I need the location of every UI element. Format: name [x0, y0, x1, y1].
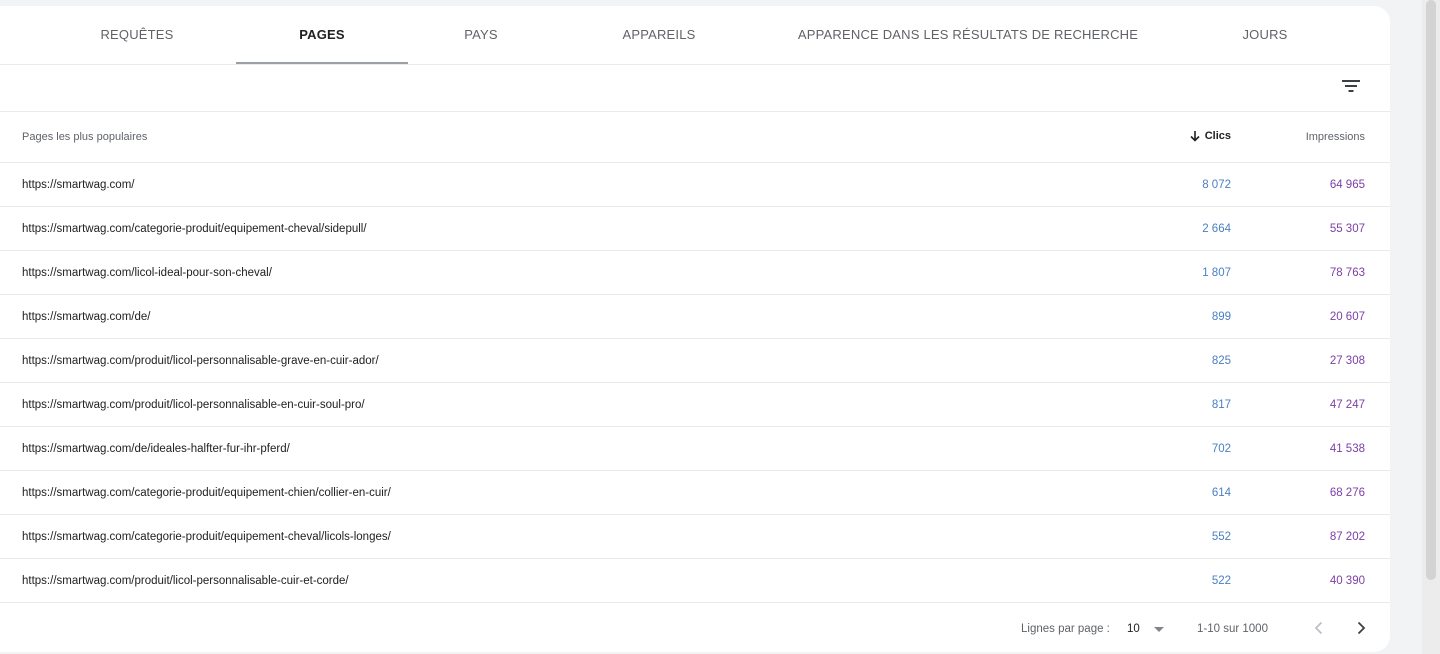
- table-row[interactable]: https://smartwag.com/ 8 072 64 965: [0, 163, 1390, 207]
- clics-value: 8 072: [1202, 179, 1231, 191]
- tab-label: APPARENCE DANS LES RÉSULTATS DE RECHERCH…: [797, 26, 1139, 42]
- chevron-right-icon[interactable]: [1350, 617, 1372, 639]
- column-header-clics-label: Clics: [1204, 130, 1231, 142]
- table-row[interactable]: https://smartwag.com/categorie-produit/e…: [0, 515, 1390, 559]
- column-header-clics[interactable]: Clics: [1189, 130, 1231, 142]
- page-url[interactable]: https://smartwag.com/licol-ideal-pour-so…: [22, 267, 272, 279]
- table-row[interactable]: https://smartwag.com/produit/licol-perso…: [0, 559, 1390, 603]
- tab-appareils[interactable]: APPAREILS: [592, 6, 726, 62]
- performance-card: REQUÊTES PAGES PAYS APPAREILS APPARENCE …: [0, 6, 1390, 652]
- impressions-value: 55 307: [1329, 223, 1365, 235]
- clics-value: 825: [1211, 355, 1231, 367]
- tab-jours[interactable]: JOURS: [1204, 6, 1326, 62]
- page-url[interactable]: https://smartwag.com/categorie-produit/e…: [22, 487, 391, 499]
- column-header-impressions[interactable]: Impressions: [1306, 131, 1365, 143]
- page-url[interactable]: https://smartwag.com/de/: [22, 311, 150, 323]
- tab-apparence[interactable]: APPARENCE DANS LES RÉSULTATS DE RECHERCH…: [797, 6, 1139, 62]
- tab-label: REQUÊTES: [100, 26, 174, 42]
- dropdown-arrow-icon: [1154, 627, 1164, 632]
- rows-per-page-label: Lignes par page :: [1021, 623, 1110, 635]
- filter-icon[interactable]: [1342, 79, 1360, 93]
- rows-per-page-select[interactable]: 10: [1126, 617, 1170, 641]
- tab-bar: REQUÊTES PAGES PAYS APPAREILS APPARENCE …: [0, 6, 1390, 65]
- clics-value: 522: [1211, 575, 1231, 587]
- table-row[interactable]: https://smartwag.com/de/ideales-halfter-…: [0, 427, 1390, 471]
- tab-label: JOURS: [1242, 26, 1288, 42]
- page-url[interactable]: https://smartwag.com/produit/licol-perso…: [22, 575, 349, 587]
- clics-value: 817: [1211, 399, 1231, 411]
- page-url[interactable]: https://smartwag.com/categorie-produit/e…: [22, 223, 367, 235]
- active-tab-indicator: [236, 62, 408, 64]
- rows-per-page-value: 10: [1127, 623, 1140, 635]
- page-url[interactable]: https://smartwag.com/: [22, 179, 134, 191]
- tab-pages[interactable]: PAGES: [236, 6, 408, 64]
- page-url[interactable]: https://smartwag.com/de/ideales-halfter-…: [22, 443, 290, 455]
- impressions-value: 41 538: [1329, 443, 1365, 455]
- page-url[interactable]: https://smartwag.com/categorie-produit/e…: [22, 531, 391, 543]
- clics-value: 899: [1211, 311, 1231, 323]
- impressions-value: 27 308: [1329, 355, 1365, 367]
- scrollbar-thumb[interactable]: [1426, 0, 1436, 580]
- tab-requetes[interactable]: REQUÊTES: [60, 6, 214, 62]
- arrow-down-icon: [1190, 131, 1200, 142]
- table-toolbar: [0, 65, 1390, 112]
- impressions-value: 40 390: [1329, 575, 1365, 587]
- table-row[interactable]: https://smartwag.com/licol-ideal-pour-so…: [0, 251, 1390, 295]
- impressions-value: 64 965: [1329, 179, 1365, 191]
- column-header-pages: Pages les plus populaires: [22, 131, 148, 143]
- clics-value: 552: [1211, 531, 1231, 543]
- table-row[interactable]: https://smartwag.com/de/ 899 20 607: [0, 295, 1390, 339]
- impressions-value: 68 276: [1329, 487, 1365, 499]
- impressions-value: 47 247: [1329, 399, 1365, 411]
- tab-label: APPAREILS: [622, 26, 696, 42]
- tab-label: PAGES: [299, 26, 345, 42]
- impressions-value: 20 607: [1329, 311, 1365, 323]
- table-row[interactable]: https://smartwag.com/categorie-produit/e…: [0, 207, 1390, 251]
- table-row[interactable]: https://smartwag.com/produit/licol-perso…: [0, 383, 1390, 427]
- page-url[interactable]: https://smartwag.com/produit/licol-perso…: [22, 355, 379, 367]
- clics-value: 614: [1211, 487, 1231, 499]
- pagination-range: 1-10 sur 1000: [1197, 623, 1268, 635]
- table-header: Pages les plus populaires Clics Impressi…: [0, 112, 1390, 163]
- table-row[interactable]: https://smartwag.com/categorie-produit/e…: [0, 471, 1390, 515]
- impressions-value: 87 202: [1329, 531, 1365, 543]
- pagination-footer: Lignes par page : 10 1-10 sur 1000: [0, 603, 1390, 652]
- page-url[interactable]: https://smartwag.com/produit/licol-perso…: [22, 399, 365, 411]
- impressions-value: 78 763: [1329, 267, 1365, 279]
- tab-label: PAYS: [464, 26, 498, 42]
- clics-value: 2 664: [1202, 223, 1231, 235]
- chevron-left-icon[interactable]: [1308, 617, 1330, 639]
- tab-pays[interactable]: PAYS: [430, 6, 532, 62]
- page: REQUÊTES PAGES PAYS APPAREILS APPARENCE …: [0, 0, 1440, 654]
- clics-value: 1 807: [1202, 267, 1231, 279]
- clics-value: 702: [1211, 443, 1231, 455]
- page-scrollbar[interactable]: [1422, 0, 1440, 654]
- table-row[interactable]: https://smartwag.com/produit/licol-perso…: [0, 339, 1390, 383]
